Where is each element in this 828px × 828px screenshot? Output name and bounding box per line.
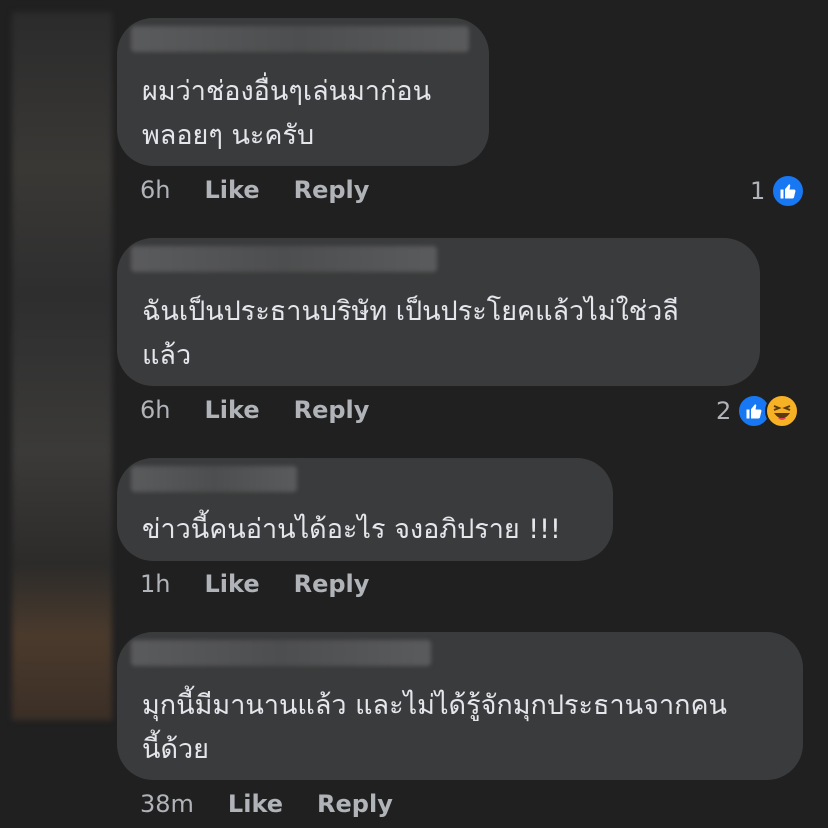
comment-bubble: ข่าวนี้คนอ่านได้อะไร จงอภิปราย !!! (117, 458, 613, 561)
blurred-author-name[interactable] (131, 640, 431, 666)
comment-bubble: ฉันเป็นประธานบริษัท เป็นประโยคแล้วไม่ใช่… (117, 238, 760, 386)
haha-reaction-icon (765, 394, 800, 428)
comment-actions: 6h Like Reply (140, 176, 369, 204)
reaction-count: 1 (750, 177, 766, 205)
reply-button[interactable]: Reply (294, 176, 370, 204)
reaction-summary[interactable]: 1 (750, 174, 806, 208)
blurred-author-name[interactable] (131, 26, 469, 52)
blurred-author-name[interactable] (131, 246, 437, 272)
comment-actions: 1h Like Reply (140, 570, 369, 598)
comment-text: มุกนี้มีมานานแล้ว และไม่ได้รู้จักมุกประธ… (142, 690, 727, 765)
blurred-avatars (12, 12, 112, 720)
blurred-author-name[interactable] (131, 466, 297, 492)
comment-time[interactable]: 6h (140, 396, 170, 424)
comment-text: ผมว่าช่องอื่นๆเล่นมาก่อน พลอยๆ นะครับ (142, 76, 432, 151)
comment-actions: 6h Like Reply (140, 396, 369, 424)
comment-text: ข่าวนี้คนอ่านได้อะไร จงอภิปราย !!! (142, 514, 561, 545)
reply-button[interactable]: Reply (294, 396, 370, 424)
comment-bubble: ผมว่าช่องอื่นๆเล่นมาก่อน พลอยๆ นะครับ (117, 18, 489, 166)
like-reaction-icon (771, 174, 806, 208)
like-button[interactable]: Like (204, 176, 259, 204)
reply-button[interactable]: Reply (294, 570, 370, 598)
reply-button[interactable]: Reply (317, 790, 393, 818)
comment-actions: 38m Like Reply (140, 790, 393, 818)
like-button[interactable]: Like (228, 790, 283, 818)
comment-time[interactable]: 6h (140, 176, 170, 204)
like-button[interactable]: Like (204, 570, 259, 598)
comment-time[interactable]: 38m (140, 790, 194, 818)
reaction-count: 2 (716, 397, 732, 425)
comment-time[interactable]: 1h (140, 570, 170, 598)
reaction-summary[interactable]: 2 (716, 394, 800, 428)
comment-text: ฉันเป็นประธานบริษัท เป็นประโยคแล้วไม่ใช่… (142, 296, 679, 371)
like-button[interactable]: Like (204, 396, 259, 424)
comment-bubble: มุกนี้มีมานานแล้ว และไม่ได้รู้จักมุกประธ… (117, 632, 803, 780)
